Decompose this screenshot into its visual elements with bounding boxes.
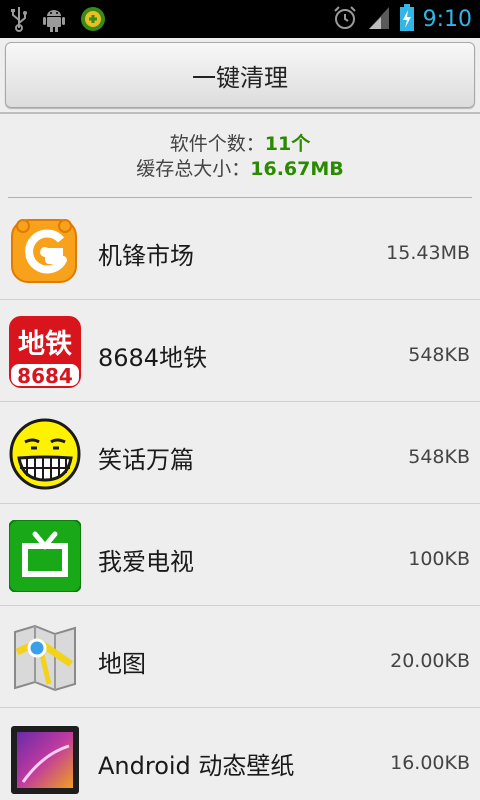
subway-icon-number: 8684 <box>17 364 73 388</box>
subway-icon-text: 地铁 <box>18 329 72 360</box>
cache-size: 100KB <box>408 548 470 570</box>
live-wallpaper-icon <box>9 724 81 796</box>
map-icon <box>9 622 81 694</box>
app-name: 笑话万篇 <box>98 446 194 474</box>
cache-size: 16.00KB <box>390 752 470 774</box>
cache-total-value: 16.67MB <box>250 158 344 180</box>
list-item[interactable]: 地铁 8684 8684地铁 548KB <box>0 300 480 402</box>
app-cache-list: 机锋市场 15.43MB 地铁 8684 8684地铁 548KB 笑话万篇 5… <box>0 198 480 800</box>
subway-8684-icon: 地铁 8684 <box>9 316 81 388</box>
app-name: 8684地铁 <box>98 344 208 372</box>
usb-icon <box>10 6 28 36</box>
cache-size: 20.00KB <box>390 650 470 672</box>
android-debug-icon <box>42 6 66 36</box>
software-count-label: 软件个数： <box>169 133 265 155</box>
list-item[interactable]: 地图 20.00KB <box>0 606 480 708</box>
cache-summary: 软件个数：11个 缓存总大小：16.67MB <box>0 132 480 182</box>
header-divider <box>0 112 480 114</box>
cache-size: 548KB <box>408 344 470 366</box>
app-name: 机锋市场 <box>98 242 194 270</box>
cache-total-line: 缓存总大小：16.67MB <box>0 157 480 182</box>
cache-size: 15.43MB <box>386 242 470 264</box>
cache-size: 548KB <box>408 446 470 468</box>
status-bar: 9:10 <box>0 0 480 38</box>
clock-time: 9:10 <box>422 7 472 32</box>
app-notification-icon <box>80 6 106 36</box>
tv-icon <box>8 519 82 593</box>
one-click-clean-button[interactable]: 一键清理 <box>5 42 475 108</box>
cache-total-label: 缓存总大小： <box>136 158 251 180</box>
status-bar-right: 9:10 <box>331 4 472 36</box>
list-item[interactable]: 我爱电视 100KB <box>0 504 480 606</box>
status-bar-left <box>10 6 106 36</box>
battery-charging-icon <box>399 4 415 36</box>
grin-face-icon <box>9 418 81 490</box>
alarm-icon <box>331 4 359 36</box>
software-count-value: 11个 <box>264 133 311 155</box>
list-item[interactable]: 笑话万篇 548KB <box>0 402 480 504</box>
signal-icon <box>367 5 391 35</box>
list-item[interactable]: Android 动态壁纸 16.00KB <box>0 708 480 800</box>
gfan-market-icon <box>9 214 81 286</box>
app-name: 我爱电视 <box>98 548 194 576</box>
app-name: 地图 <box>98 650 146 678</box>
list-item[interactable]: 机锋市场 15.43MB <box>0 198 480 300</box>
app-name: Android 动态壁纸 <box>98 752 295 780</box>
software-count-line: 软件个数：11个 <box>0 132 480 157</box>
